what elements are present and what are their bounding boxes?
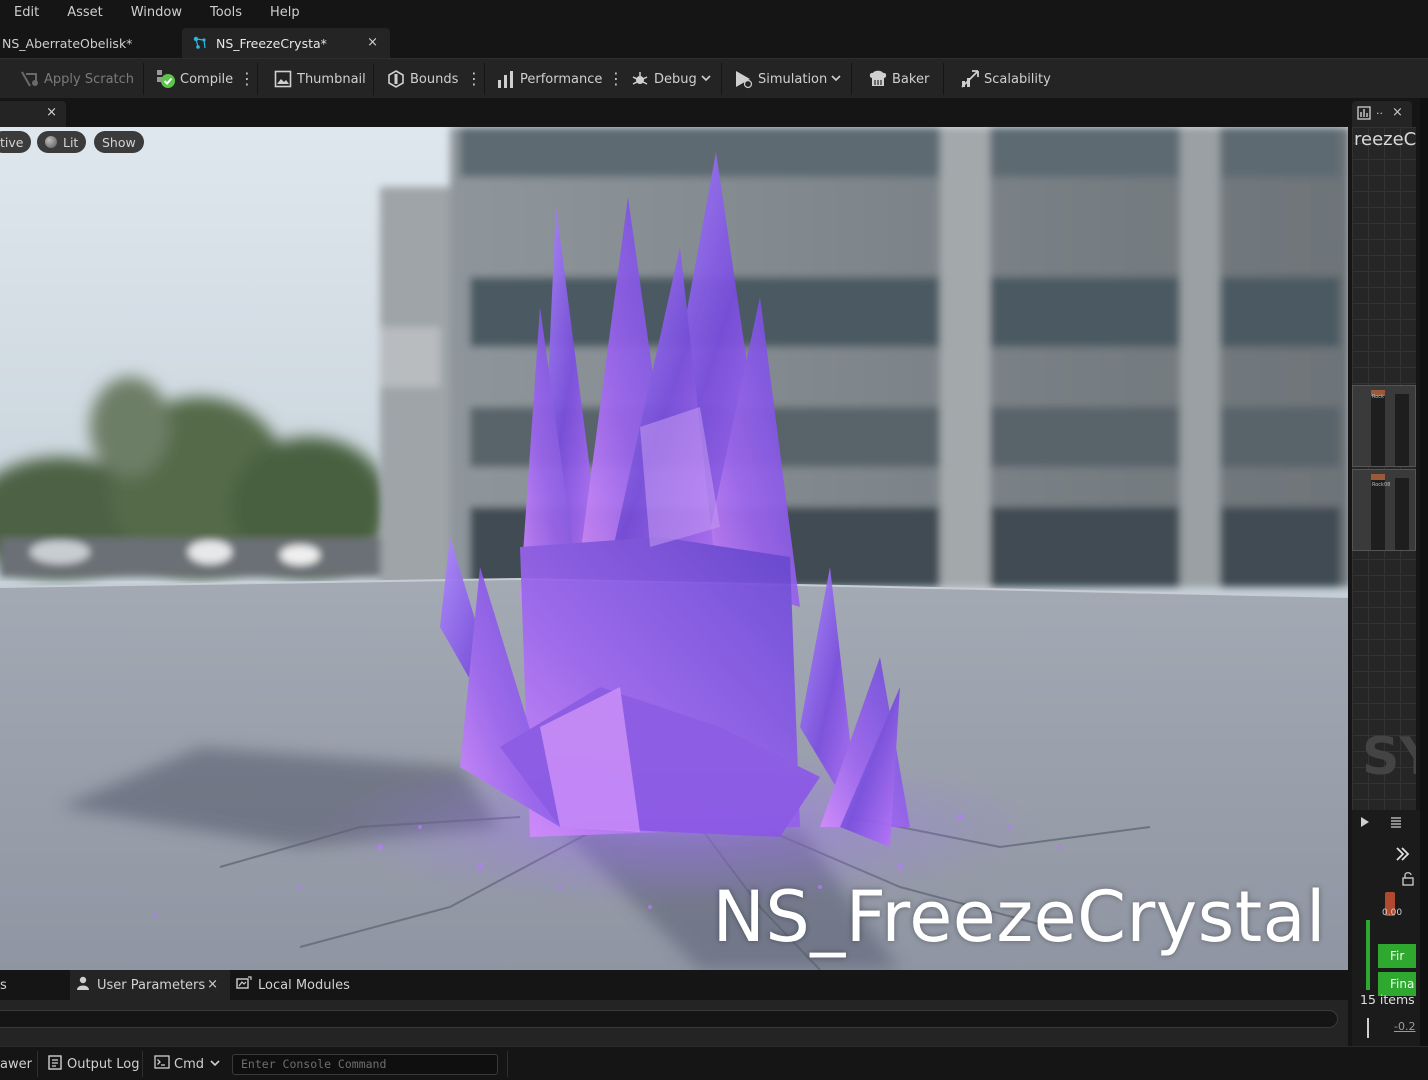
menu-bar: Edit Asset Window Tools Help <box>0 0 1428 24</box>
thumbnail-button[interactable]: Thumbnail <box>273 59 366 99</box>
viewport-tab-strip: × <box>0 98 1348 127</box>
bounds-button[interactable]: Bounds <box>386 59 458 99</box>
local-modules-icon <box>236 976 252 994</box>
timeline-axis-value: -0.2 <box>1394 1020 1416 1033</box>
emitter-node-label: Rock08 <box>1372 482 1391 488</box>
menu-asset[interactable]: Asset <box>53 5 117 20</box>
user-icon <box>76 976 90 994</box>
tab-aberrate-obelisk[interactable]: NS_AberrateObelisk* <box>0 28 180 58</box>
timeline-row-fire[interactable]: Fir <box>1378 944 1416 968</box>
system-overview-title: reezeC <box>1354 129 1416 150</box>
view-mode-perspective-button[interactable]: tive <box>0 131 32 153</box>
viewport-overlay-title: NS_FreezeCrystal <box>712 876 1326 958</box>
close-icon[interactable]: × <box>207 977 218 992</box>
viewport-scene <box>0 127 1348 970</box>
scalability-icon <box>960 69 980 89</box>
tab-user-parameters[interactable]: User Parameters × <box>70 970 230 1000</box>
debug-dropdown[interactable]: Debug <box>630 59 711 99</box>
console-command-input[interactable]: Enter Console Command <box>232 1054 498 1075</box>
bottom-tab-strip: s User Parameters × Local Modules <box>0 970 1348 1000</box>
timeline-panel: 0.00 Fir Fina 15 items -0.2 <box>1352 810 1428 1046</box>
user-parameters-search-bar[interactable] <box>0 1010 1338 1028</box>
close-icon[interactable]: × <box>367 35 378 50</box>
apply-scratch-button[interactable]: Apply Scratch <box>20 59 134 99</box>
menu-window[interactable]: Window <box>117 5 196 20</box>
cmd-dropdown[interactable]: Cmd <box>154 1047 220 1080</box>
niagara-system-icon <box>192 35 208 51</box>
right-edge-strip <box>1420 98 1428 1046</box>
right-panel-tab[interactable]: .. × <box>1352 101 1412 127</box>
chevron-down-icon <box>210 1057 220 1072</box>
tab-freeze-crystal[interactable]: NS_FreezeCrysta* × <box>182 28 390 58</box>
bounds-icon <box>386 69 406 89</box>
emitter-node-rock08[interactable]: Rock08 <box>1352 469 1416 551</box>
timeline-track-marker <box>1366 920 1370 990</box>
preview-viewport[interactable]: tive Lit Show NS_FreezeCrystal <box>0 127 1348 970</box>
chevron-down-icon <box>701 72 711 87</box>
show-flags-button[interactable]: Show <box>94 131 144 153</box>
close-icon[interactable]: × <box>1392 105 1403 120</box>
emitter-node-rock[interactable]: Rock <box>1352 385 1416 467</box>
tab-label: NS_FreezeCrysta* <box>216 35 327 51</box>
baker-hat-icon <box>868 69 888 89</box>
performance-options-icon[interactable]: ⋮ <box>608 71 624 87</box>
bounds-options-icon[interactable]: ⋮ <box>466 71 482 87</box>
list-icon[interactable] <box>1390 816 1402 832</box>
status-bar: awer Output Log Cmd Enter Console Comman… <box>0 1046 1428 1080</box>
right-panel-tab-strip: .. × <box>1348 98 1428 127</box>
chevron-down-icon <box>831 72 841 87</box>
menu-help[interactable]: Help <box>256 5 314 20</box>
scalability-button[interactable]: Scalability <box>960 59 1051 99</box>
expand-chevron-icon[interactable] <box>1394 846 1410 866</box>
view-mode-lit-button[interactable]: Lit <box>37 131 87 153</box>
compile-options-icon[interactable]: ⋮ <box>239 71 255 87</box>
editor-toolbar: Apply Scratch Compile ⋮ Thumbnail Bounds… <box>0 58 1428 98</box>
tab-label: NS_AberrateObelisk* <box>2 35 133 51</box>
tab-local-modules[interactable]: Local Modules <box>236 970 350 1000</box>
tab-partial[interactable]: s <box>0 970 7 1000</box>
apply-scratch-icon <box>20 69 40 89</box>
compile-button[interactable]: Compile <box>156 59 233 99</box>
lock-icon[interactable] <box>1402 872 1414 890</box>
lit-sphere-icon <box>45 136 57 148</box>
compile-check-icon <box>156 69 176 89</box>
debug-bug-icon <box>630 69 650 89</box>
output-log-icon <box>48 1054 62 1074</box>
simulation-play-icon <box>734 69 754 89</box>
timeline-items-count: 15 items <box>1360 992 1415 1007</box>
performance-button[interactable]: Performance <box>496 59 602 99</box>
play-icon[interactable] <box>1360 816 1370 832</box>
graph-panel-icon <box>1357 106 1371 124</box>
close-icon[interactable]: × <box>46 105 57 120</box>
menu-edit[interactable]: Edit <box>0 5 53 20</box>
right-panel-tab-dots: .. <box>1376 104 1383 117</box>
graph-watermark: SY <box>1362 727 1416 787</box>
performance-bars-icon <box>496 69 516 89</box>
thumbnail-icon <box>273 69 293 89</box>
emitter-node-label: Rock <box>1372 394 1384 400</box>
baker-button[interactable]: Baker <box>868 59 929 99</box>
viewport-tab[interactable]: × <box>0 101 66 127</box>
output-log-button[interactable]: Output Log <box>48 1047 140 1080</box>
menu-tools[interactable]: Tools <box>196 5 256 20</box>
terminal-icon <box>154 1055 170 1073</box>
content-drawer-button[interactable]: awer <box>0 1047 32 1080</box>
system-overview-graph[interactable]: reezeC Rock Rock08 SY <box>1352 127 1416 810</box>
timeline-cursor <box>1367 1018 1369 1038</box>
simulation-dropdown[interactable]: Simulation <box>734 59 841 99</box>
document-tab-bar: NS_AberrateObelisk* NS_FreezeCrysta* × <box>0 24 1428 58</box>
timeline-time-value: 0.00 <box>1382 908 1403 918</box>
